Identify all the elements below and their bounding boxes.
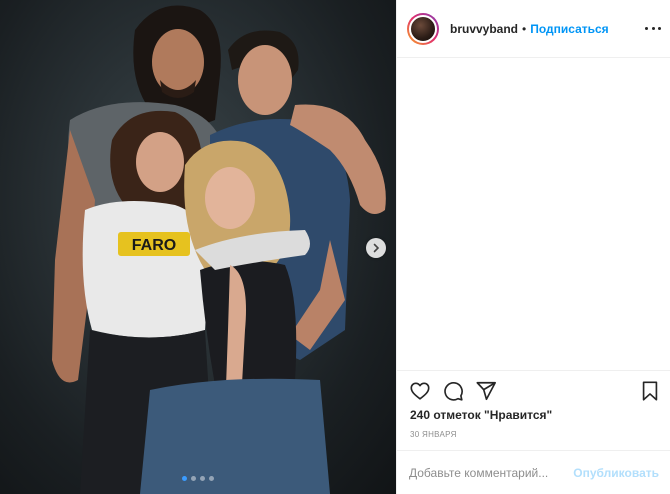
- follow-button[interactable]: Подписаться: [530, 22, 608, 36]
- more-horizontal-icon: [658, 26, 661, 30]
- post-date[interactable]: 30 января: [410, 430, 457, 439]
- carousel-dot: [209, 476, 214, 481]
- publish-button[interactable]: Опубликовать: [573, 466, 659, 480]
- like-button[interactable]: [409, 380, 431, 402]
- save-button[interactable]: [639, 380, 661, 402]
- more-options-button[interactable]: [645, 20, 661, 36]
- band-photo-illustration: FARO: [52, 5, 386, 494]
- header-separator: •: [522, 21, 527, 36]
- carousel-next-button[interactable]: [366, 238, 386, 258]
- comment-input[interactable]: [409, 465, 574, 480]
- username-link[interactable]: bruvvyband: [450, 22, 518, 36]
- likes-count[interactable]: 240 отметок "Нравится": [410, 408, 552, 422]
- avatar-image: [409, 14, 437, 43]
- chevron-right-icon: [373, 243, 380, 253]
- comment-button[interactable]: [442, 380, 464, 402]
- carousel-indicator: [0, 476, 396, 481]
- comment-icon: [444, 382, 463, 401]
- bookmark-icon: [642, 381, 658, 401]
- avatar[interactable]: [407, 12, 439, 45]
- post-photo[interactable]: FARO: [0, 0, 396, 494]
- share-button[interactable]: [475, 380, 497, 402]
- carousel-dot: [182, 476, 187, 481]
- comment-form: Опубликовать: [397, 451, 670, 494]
- divider: [397, 370, 670, 371]
- shirt-print-text: FARO: [132, 237, 176, 254]
- post-side-panel: bruvvyband • Подписаться 240 отметок "Нр…: [396, 0, 670, 494]
- paper-plane-icon: [476, 381, 496, 401]
- carousel-dot: [191, 476, 196, 481]
- post-header: bruvvyband • Подписаться: [397, 0, 670, 58]
- carousel-dot: [200, 476, 205, 481]
- post-actions: [409, 380, 663, 404]
- heart-icon: [410, 382, 430, 400]
- instagram-post: FARO bruvvyband • Подписаться 240 отмето…: [0, 0, 670, 494]
- more-horizontal-icon: [651, 26, 655, 30]
- more-horizontal-icon: [645, 26, 648, 30]
